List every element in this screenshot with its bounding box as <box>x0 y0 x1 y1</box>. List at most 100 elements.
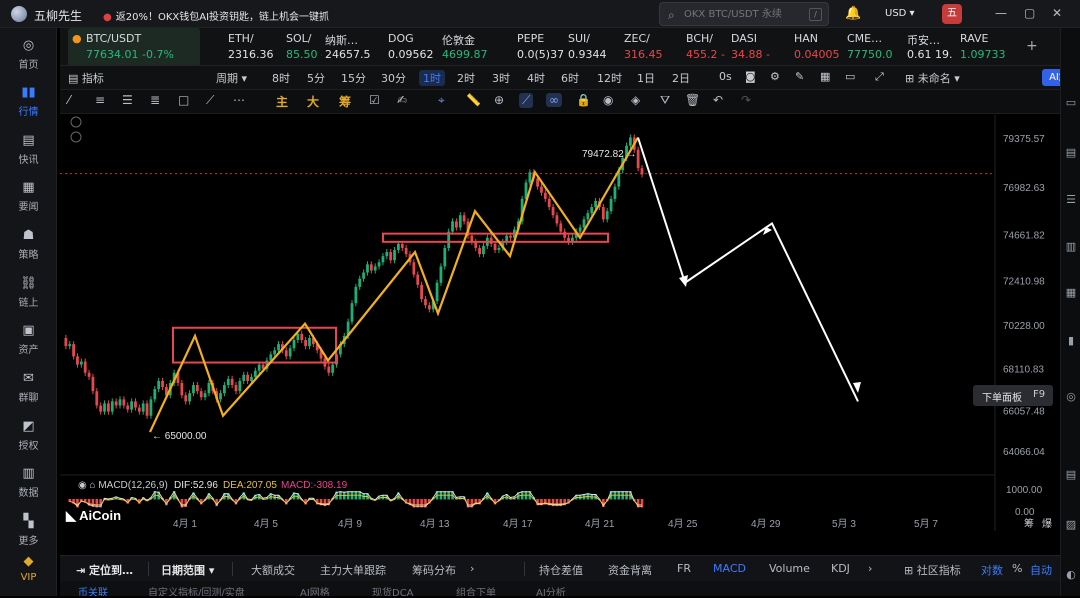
brush-tool-icon[interactable]: ⟋ <box>206 93 214 108</box>
tab-big-trades[interactable]: 大额成交 <box>251 562 295 578</box>
close-button[interactable]: ✕ <box>1052 6 1062 20</box>
more-indicators-icon[interactable]: › <box>868 562 872 575</box>
layout-icon[interactable]: ▭ <box>845 70 855 83</box>
ticker-item[interactable]: ETH/2316.36 <box>228 28 280 65</box>
footer-tab-custom-indicator[interactable]: 自定义指标/回测/实盘 <box>148 584 245 596</box>
lock-icon[interactable]: 🔒 <box>576 93 591 107</box>
add-ticker-icon[interactable]: + <box>1026 38 1038 54</box>
tab-oi-diff[interactable]: 持仓差值 <box>539 562 583 578</box>
ruler-icon[interactable]: 📏 <box>466 93 481 107</box>
date-range-button[interactable]: 日期范围 ▾ <box>161 562 214 578</box>
interval-3h[interactable]: 3时 <box>492 70 510 86</box>
footer-tab-spot-dca[interactable]: 现货DCA <box>372 584 414 596</box>
sidebar-item-home[interactable]: ◎ 首页 <box>0 38 57 82</box>
footer-tab-ai-analysis[interactable]: AI分析 <box>536 584 566 596</box>
camera-icon[interactable]: ◙ <box>745 70 756 83</box>
line-tool-icon[interactable]: ⁄ <box>68 93 70 107</box>
sidebar-item-assets[interactable]: ▣ 资产 <box>0 323 57 367</box>
locate-button[interactable]: ⇥ 定位到… <box>76 562 133 578</box>
user-icon[interactable]: ◐ <box>1064 568 1078 582</box>
redo-icon[interactable]: ↷ <box>741 93 751 107</box>
promo-banner[interactable]: ● 返20%！OKX钱包AI投资钥匙，链上机会一键抓 <box>103 8 329 23</box>
ticker-item[interactable]: HAN 0.04005 <box>794 28 842 65</box>
pattern-tool-icon[interactable]: ⋯ <box>233 93 245 107</box>
ticker-item[interactable]: SOL/85.50 - <box>286 28 322 65</box>
footer-tab-correlation[interactable]: 币关联 <box>78 584 108 596</box>
ticker-item[interactable]: BTC/USDT 77634.01 -0.7% ● <box>68 28 200 65</box>
pencil-icon[interactable]: ✎ <box>795 70 804 83</box>
orderbook-icon[interactable]: ▤ <box>1064 146 1078 160</box>
ticker-item[interactable]: RAVE 1.09733 <box>960 28 1015 65</box>
ticker-item[interactable]: CME… 77750.0 <box>847 28 903 65</box>
eye-icon[interactable]: ◉ <box>603 93 613 107</box>
check-icon[interactable]: ☑ <box>369 93 380 107</box>
interval-1d[interactable]: 1日 <box>637 70 655 86</box>
minimize-button[interactable]: — <box>995 6 1007 20</box>
pen-icon[interactable]: ✍ <box>397 93 407 107</box>
magnet-icon[interactable]: ⟋ <box>519 93 534 108</box>
layers-icon[interactable]: ◈ <box>631 93 640 107</box>
sidebar-item-news[interactable]: ▦ 要闻 <box>0 180 57 224</box>
tab-chip-dist[interactable]: 筹码分布 <box>412 562 456 578</box>
search-input[interactable] <box>684 6 804 22</box>
period-select[interactable]: 周期 ▾ <box>216 70 247 86</box>
indicator-button[interactable]: ▤ 指标 <box>68 70 104 86</box>
tab-fr[interactable]: FR <box>677 562 691 575</box>
sidebar-item-market[interactable]: ▮▮ 行情 <box>0 85 57 129</box>
interval-8h[interactable]: 8时 <box>272 70 290 86</box>
trash-icon[interactable]: 🗑 <box>685 93 700 107</box>
interval-2h[interactable]: 2时 <box>457 70 475 86</box>
layout-name[interactable]: 未命名 <box>918 72 951 85</box>
price-chart[interactable]: 79375.57 76982.63 74661.82 72410.98 70228.00… <box>60 115 1060 531</box>
sidebar-item-strategy[interactable]: ☗ 策略 <box>0 228 57 272</box>
interval-15m[interactable]: 15分 <box>341 70 366 86</box>
sidebar-item-newsflash[interactable]: ▤ 快讯 <box>0 133 57 177</box>
chart-canvas[interactable]: 79375.57 76982.63 74661.82 72410.98 70228.00… <box>60 115 1060 531</box>
interval-12h[interactable]: 12时 <box>597 70 622 86</box>
tab-macd[interactable]: MACD <box>713 562 746 575</box>
interval-2d[interactable]: 2日 <box>672 70 690 86</box>
currency-select[interactable]: USD ▾ <box>885 8 915 19</box>
ticker-item[interactable]: DASI 34.88 - <box>731 28 789 65</box>
interval-1h[interactable]: 1时 <box>419 70 445 86</box>
zoom-icon[interactable]: ⊕ <box>494 93 504 107</box>
ticker-item[interactable]: SUI/0.9344 <box>568 28 620 65</box>
calc-icon[interactable]: ▦ <box>1064 286 1078 300</box>
promo-text[interactable]: 返20%！OKX钱包AI投资钥匙，链上机会一键抓 <box>116 12 329 23</box>
footer-tab-combo-order[interactable]: 组合下单 <box>456 584 496 596</box>
layout-select[interactable]: ⊞ 未命名 ▾ <box>905 70 960 86</box>
crosshair-icon[interactable]: ⌖ <box>438 93 445 108</box>
sidebar-item-more[interactable]: ▚ 更多 <box>0 514 57 558</box>
tab-main-force[interactable]: 主力大单跟踪 <box>320 562 386 578</box>
hline-tool-icon[interactable]: ≡ <box>95 93 105 107</box>
rect-tool-icon[interactable]: □ <box>178 93 189 107</box>
ticker-item[interactable]: 伦敦金 4699.87 <box>442 28 512 65</box>
ticker-item[interactable]: 币安… 0.61 19. <box>907 28 955 65</box>
tab-volume[interactable]: Volume <box>769 562 810 575</box>
link-icon[interactable]: ∞ <box>546 93 562 107</box>
depth-icon[interactable]: ▥ <box>1064 240 1078 254</box>
maximize-button[interactable]: ▢ <box>1024 6 1035 20</box>
log-toggle[interactable]: 对数 <box>981 562 1003 578</box>
auto-toggle[interactable]: 自动 <box>1030 562 1052 578</box>
expand-icon[interactable]: ⤢ <box>875 70 884 84</box>
order-panel-icon[interactable]: ◎ <box>1064 390 1078 404</box>
big-order-button[interactable]: 大 <box>307 93 319 110</box>
channel-tool-icon[interactable]: ☰ <box>122 93 133 107</box>
community-indicators-button[interactable]: ⊞ 社区指标 <box>904 562 961 578</box>
sidebar-item-data[interactable]: ▥ 数据 <box>0 466 57 510</box>
interval-30m[interactable]: 30分 <box>381 70 406 86</box>
footer-tab-ai-grid[interactable]: AI网格 <box>300 584 330 596</box>
ticker-item[interactable]: BCH/455.2 - <box>686 28 726 65</box>
search-box[interactable]: ⌕ / <box>659 2 829 26</box>
undo-icon[interactable]: ↶ <box>713 93 723 107</box>
note-icon[interactable]: ▨ <box>1064 518 1078 532</box>
bell-icon[interactable]: 🔔 <box>845 6 861 21</box>
interval-4h[interactable]: 4时 <box>527 70 545 86</box>
chips-button[interactable]: 筹 <box>339 93 351 110</box>
filter-icon[interactable]: ⛛ <box>660 93 670 108</box>
tab-kdj[interactable]: KDJ <box>831 562 850 575</box>
tab-fund-divergence[interactable]: 资金背离 <box>608 562 652 578</box>
grid-icon[interactable]: ▦ <box>820 70 830 83</box>
alert-icon[interactable]: ▤ <box>1064 468 1078 482</box>
